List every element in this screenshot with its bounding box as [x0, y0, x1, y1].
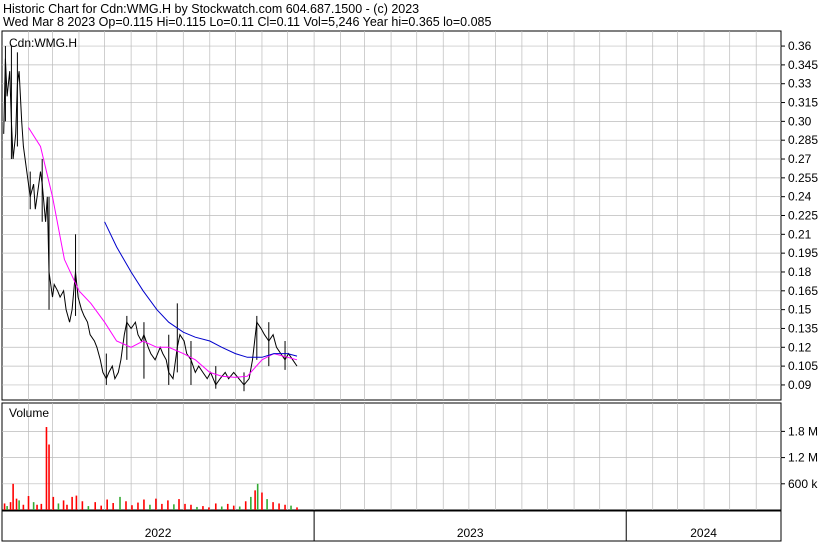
price-tick-label: 0.105 [788, 359, 818, 373]
year-label: 2024 [690, 526, 717, 540]
price-tick-label: 0.15 [788, 303, 812, 317]
volume-tick-label: 600 k [788, 477, 818, 491]
price-lines [3, 58, 298, 386]
volume-tick-label: 1.8 M [788, 424, 818, 438]
volume-panel-label: Volume [9, 406, 49, 420]
price-tick-label: 0.27 [788, 152, 812, 166]
price-tick-label: 0.21 [788, 227, 812, 241]
chart-frame [1, 30, 782, 542]
year-label: 2022 [145, 526, 172, 540]
price-tick-label: 0.12 [788, 340, 812, 354]
price-tick-label: 0.315 [788, 96, 818, 110]
price-tick-label: 0.36 [788, 39, 812, 53]
price-tick-label: 0.225 [788, 209, 818, 223]
price-tick-label: 0.255 [788, 171, 818, 185]
price-tick-label: 0.195 [788, 246, 818, 260]
price-line [3, 58, 298, 386]
price-tick-label: 0.345 [788, 58, 818, 72]
volume-tick-label: 1.2 M [788, 451, 818, 465]
price-tick-label: 0.285 [788, 133, 818, 147]
year-label: 2023 [457, 526, 484, 540]
price-tick-label: 0.165 [788, 284, 818, 298]
axis-ticks: 0.36 0.345 0.33 0.315 0.30 0.285 0.27 0.255 0.24… [145, 39, 819, 540]
volume-bars [3, 427, 298, 510]
price-tick-label: 0.135 [788, 321, 818, 335]
chart-grid [2, 31, 781, 510]
volume-panel-border [1, 402, 782, 511]
time-axis-border [1, 510, 782, 542]
price-tick-label: 0.18 [788, 265, 812, 279]
symbol-label: Cdn:WMG.H [9, 36, 77, 50]
moving-average-slow-line [104, 221, 298, 358]
price-tick-label: 0.30 [788, 114, 812, 128]
price-tick-label: 0.24 [788, 190, 812, 204]
stock-chart: 0.36 0.345 0.33 0.315 0.30 0.285 0.27 0.255 0.24… [1, 30, 819, 542]
price-tick-label: 0.33 [788, 77, 812, 91]
price-tick-label: 0.09 [788, 378, 812, 392]
